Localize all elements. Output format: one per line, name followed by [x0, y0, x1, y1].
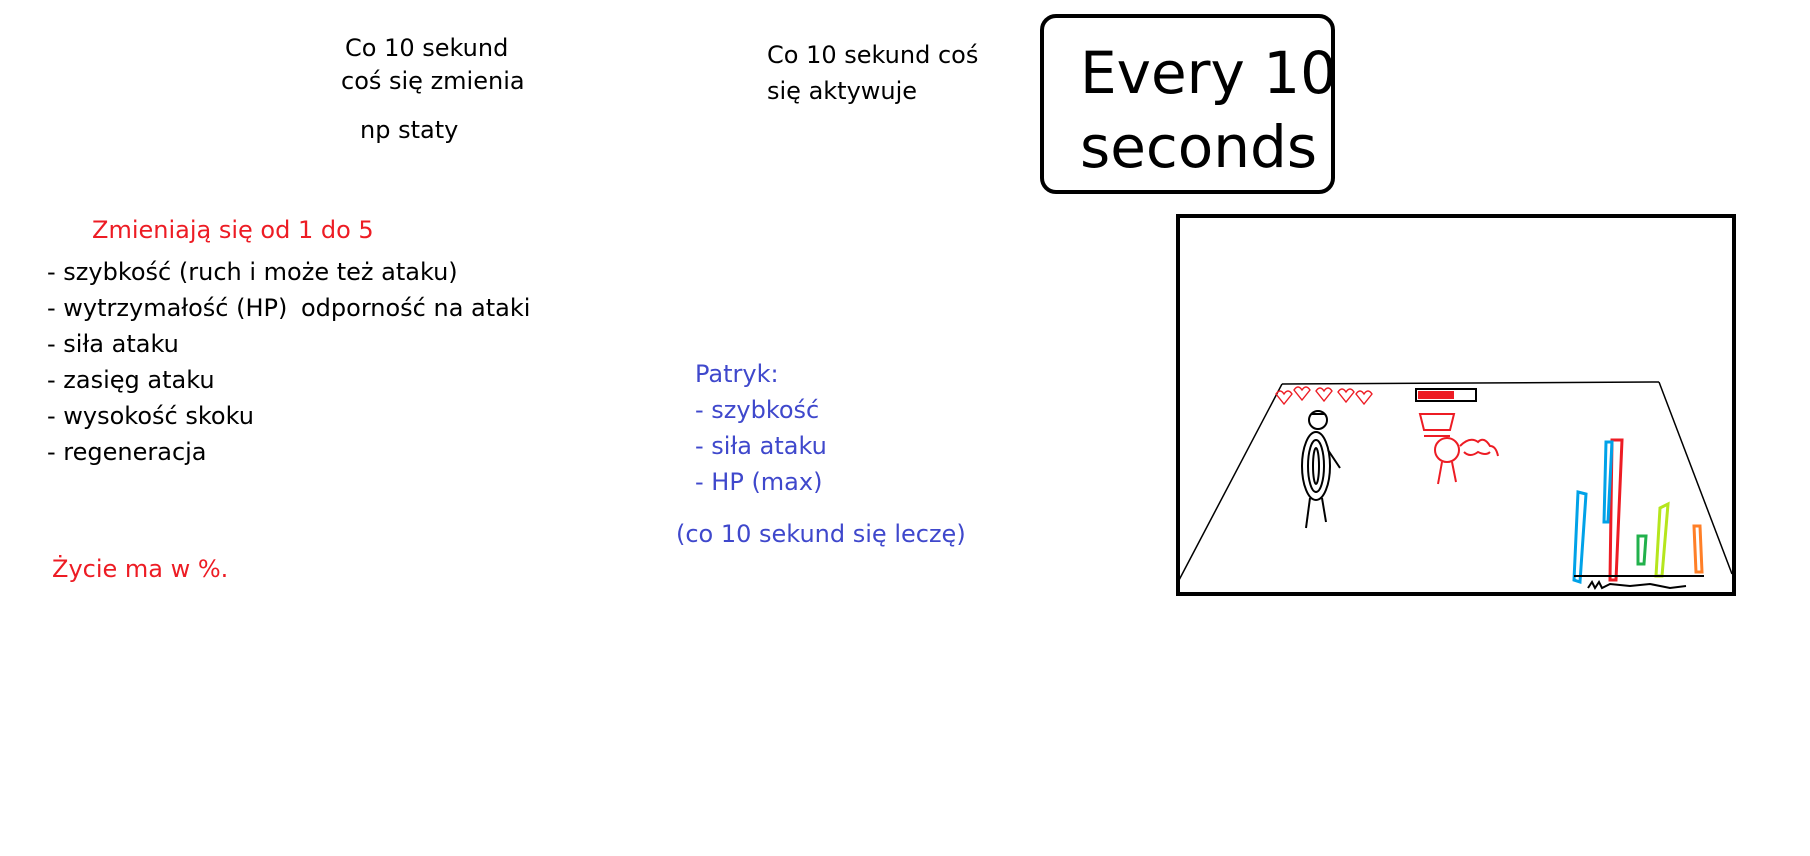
title-line-2: seconds: [1080, 113, 1318, 181]
patryk-item-hp: - HP (max): [695, 468, 823, 496]
health-bar-icon: [1415, 388, 1477, 402]
note-example: np staty: [360, 116, 459, 144]
stat-item-attack-range: - zasięg ataku: [47, 366, 215, 394]
every-10-seconds-box: Every 10 seconds: [1040, 14, 1338, 194]
patryk-item-attack: - siła ataku: [695, 432, 827, 460]
stat-item-jump-height: - wysokość skoku: [47, 402, 254, 430]
life-note: Życie ma w %.: [52, 555, 229, 583]
stat-item-endurance: - wytrzymałość (HP): [47, 294, 288, 322]
stat-item-speed: - szybkość (ruch i może też ataku): [47, 258, 458, 286]
patryk-item-speed: - szybkość: [695, 396, 820, 424]
patryk-note: (co 10 sekund się leczę): [676, 520, 966, 548]
stat-item-regeneration: - regeneracja: [47, 438, 207, 466]
stat-item-attack-power: - siła ataku: [47, 330, 179, 358]
stats-heading: Zmieniają się od 1 do 5: [92, 216, 374, 244]
title-line-1: Every 10: [1080, 39, 1338, 107]
note-activates-line2: się aktywuje: [767, 77, 918, 105]
patryk-heading: Patryk:: [695, 360, 779, 388]
note-changes-line1: Co 10 sekund: [345, 34, 509, 62]
stat-item-endurance-extra: odporność na ataki: [301, 294, 531, 322]
note-activates-line1: Co 10 sekund coś: [767, 41, 979, 69]
game-sketch: [1176, 214, 1736, 596]
game-sketch-svg: [1176, 214, 1736, 596]
scene-frame: [1176, 214, 1736, 596]
note-changes-line2: coś się zmienia: [341, 67, 525, 95]
